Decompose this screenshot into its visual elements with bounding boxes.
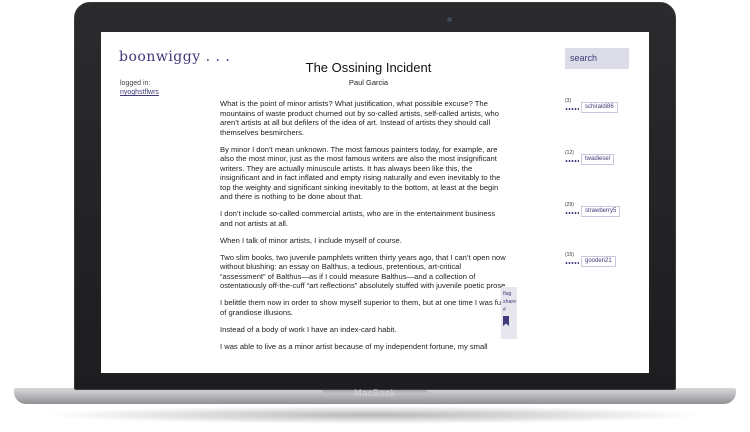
username-link[interactable]: nyoghstflwrs <box>120 89 159 96</box>
paragraph: I don’t include so-called commercial art… <box>220 209 496 228</box>
note-user[interactable]: gooden21 <box>581 256 616 267</box>
dots-icon <box>565 160 579 162</box>
screen: boonwiggy . . . logged in: nyoghstflwrs … <box>101 32 649 373</box>
note-count: (12) <box>565 150 574 156</box>
flag-link[interactable]: flag <box>503 290 515 298</box>
paragraph: By minor I don’t mean unknown. The most … <box>220 144 501 202</box>
dots-icon <box>565 108 579 110</box>
note-user[interactable]: twadiesel <box>581 154 615 165</box>
paragraph: Two slim books, two juvenile pamphlets w… <box>220 252 508 291</box>
note-count: (15) <box>565 252 574 258</box>
note-count: (29) <box>565 202 574 208</box>
laptop-shadow <box>40 406 710 424</box>
page-title: The Ossining Incident <box>305 60 432 75</box>
site-logo[interactable]: boonwiggy . . . <box>119 49 230 65</box>
dots-icon <box>565 262 579 264</box>
search-input[interactable]: search <box>565 48 629 69</box>
paragraph: I belittle them now in order to show mys… <box>220 298 505 317</box>
paragraph: Instead of a body of work I have an inde… <box>220 324 397 334</box>
share-link[interactable]: share <box>503 298 516 306</box>
paragraph: When I talk of minor artists, I include … <box>220 235 402 245</box>
bookmark-icon[interactable] <box>503 316 509 326</box>
author-name[interactable]: Paul Garcia <box>261 78 476 87</box>
note-user[interactable]: schiraldi86 <box>581 102 618 113</box>
logged-in-label: logged in: <box>120 80 151 87</box>
note-count: (3) <box>565 98 572 104</box>
note-user[interactable]: strawberry5 <box>581 206 621 217</box>
dots-icon <box>565 212 579 214</box>
paragraph: What is the point of minor artists? What… <box>220 99 499 137</box>
action-panel: flag share # <box>501 287 517 339</box>
camera-icon <box>447 17 452 22</box>
device-brand: MacBook <box>354 388 396 398</box>
article-body: What is the point of minor artists? What… <box>220 99 508 359</box>
paragraph: I was able to live as a minor artist bec… <box>220 341 488 351</box>
hash-link[interactable]: # <box>503 306 515 314</box>
